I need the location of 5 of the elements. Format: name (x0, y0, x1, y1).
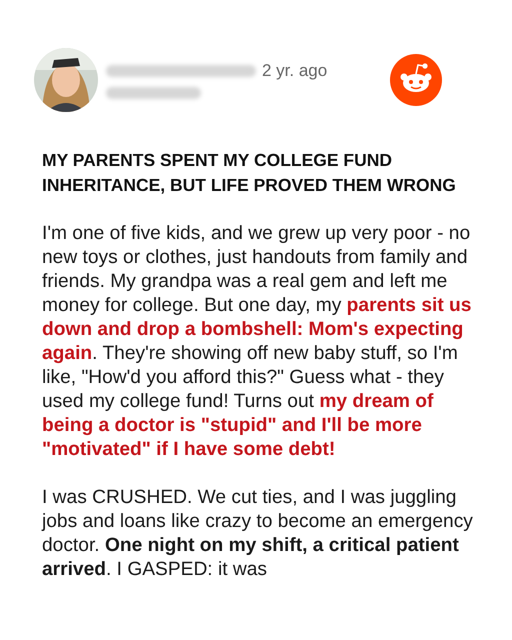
post-paragraph: I was CRUSHED. We cut ties, and I was juggling jobs and loans like crazy to become an emergency doctor. One night on my shift, a critical patient arrived. I GASPED: it was (42, 486, 474, 582)
post-paragraph: I'm one of five kids, and we grew up very poor - no new toys or clothes, just handouts from family and friends. My grandpa was a real gem and left me money for college. But one day, my parents sit us down and drop a bombshell: Mom's expecting again. They're showing off new baby stuff, so I'm like, "How'd you afford this?" Guess what - they used my college fund! Turns out my dream of being a doctor is "stupid" and I'll be more "motivated" if I have some debt! (42, 222, 472, 462)
reddit-logo-icon (390, 54, 442, 106)
post-time: 2 yr. ago (262, 61, 328, 81)
post-title: MY PARENTS SPENT MY COLLEGE FUND INHERITANCE, BUT LIFE PROVED THEM WRONG (42, 149, 457, 197)
